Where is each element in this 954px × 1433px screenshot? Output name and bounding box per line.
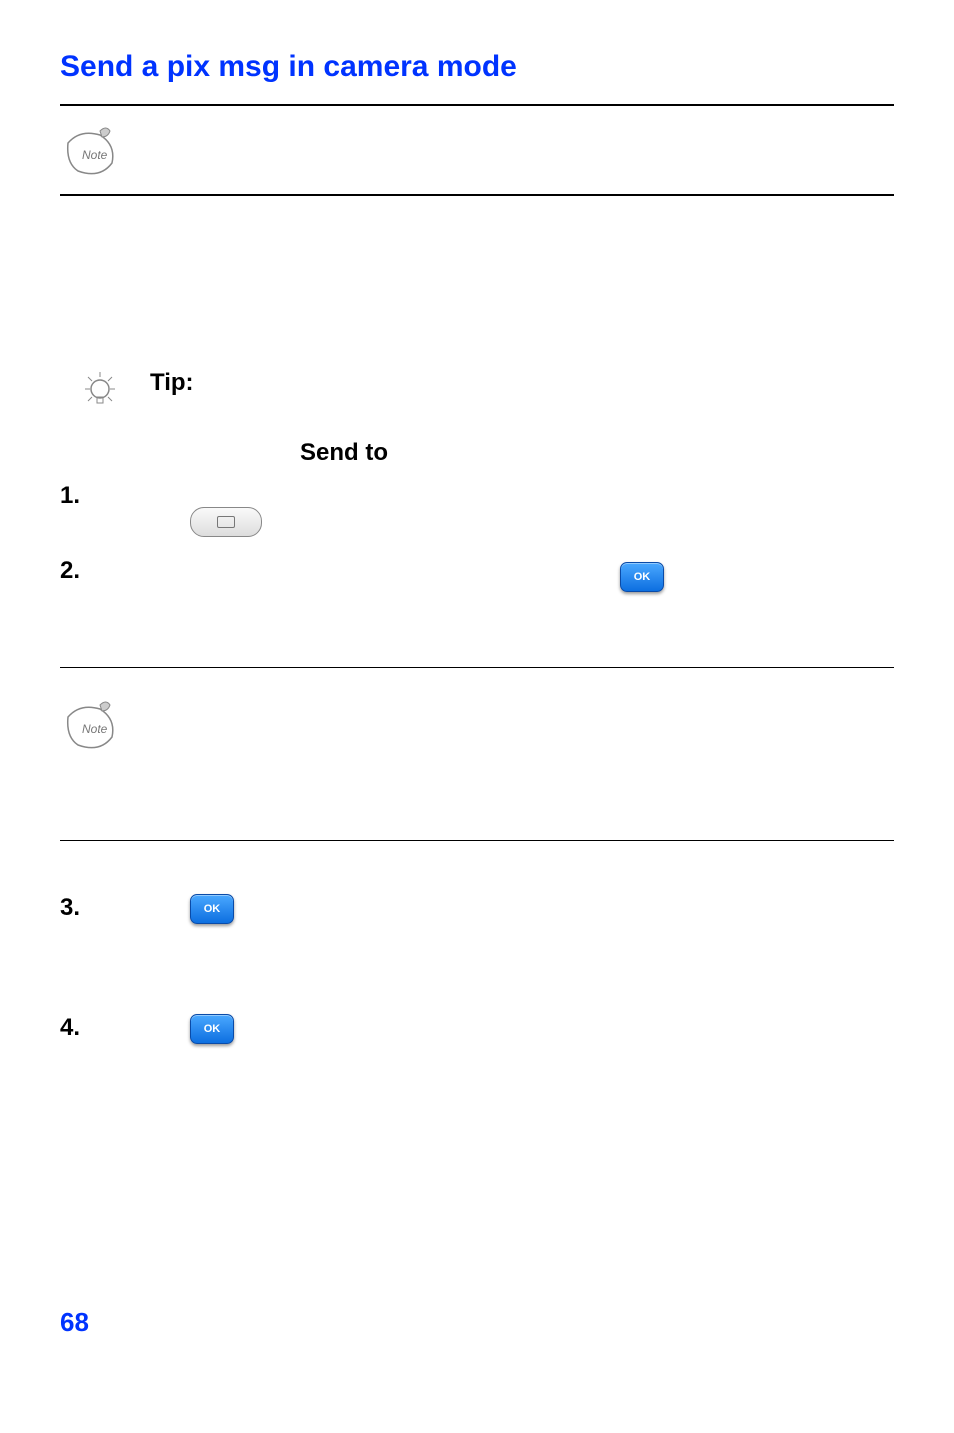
tip-label: Tip: bbox=[150, 369, 194, 397]
step-2: 2. OK bbox=[60, 557, 894, 607]
tip-row: Tip: bbox=[80, 364, 894, 414]
step-number-2: 2. bbox=[60, 557, 90, 585]
note-icon: Note bbox=[60, 123, 120, 178]
step-number-4: 4. bbox=[60, 1014, 90, 1042]
step-3: 3. OK bbox=[60, 894, 894, 944]
note-icon: Note bbox=[60, 697, 120, 752]
svg-text:Note: Note bbox=[82, 148, 108, 162]
rule-top-2 bbox=[60, 194, 894, 196]
page-title: Send a pix msg in camera mode bbox=[60, 50, 894, 84]
svg-text:Note: Note bbox=[82, 722, 108, 736]
rule-mid-2 bbox=[60, 840, 894, 841]
rule-mid-1 bbox=[60, 667, 894, 668]
step-4: 4. OK bbox=[60, 1014, 894, 1064]
ok-button-icon: OK bbox=[620, 562, 664, 592]
lightbulb-icon bbox=[80, 369, 120, 414]
step-1: 1. bbox=[60, 482, 894, 542]
page-number: 68 bbox=[60, 1307, 89, 1338]
step-number-3: 3. bbox=[60, 894, 90, 922]
ok-button-icon: OK bbox=[190, 894, 234, 924]
rule-top-1 bbox=[60, 104, 894, 106]
camera-key-icon bbox=[190, 507, 262, 537]
ok-button-icon: OK bbox=[190, 1014, 234, 1044]
step-number-1: 1. bbox=[60, 482, 90, 510]
note-block-1: Note bbox=[60, 114, 894, 186]
note-block-2: Note bbox=[60, 688, 894, 760]
send-to-row: Send to bbox=[60, 439, 894, 467]
send-to-label: Send to bbox=[300, 439, 388, 466]
